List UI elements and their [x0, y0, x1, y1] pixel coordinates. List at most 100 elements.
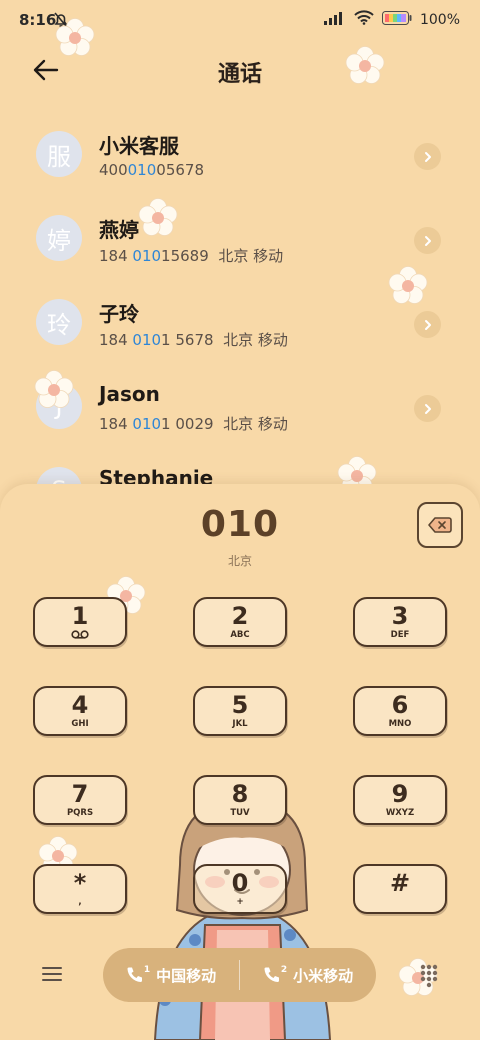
voicemail-icon	[35, 630, 125, 642]
sim1-label: 中国移动	[156, 966, 217, 985]
number-match: 010	[132, 415, 162, 433]
contact-detail-button[interactable]	[414, 143, 441, 170]
key-digit: 2	[231, 602, 249, 630]
contact-row[interactable]: 服 小米客服 40001005678	[0, 110, 480, 194]
sim2-index: 2	[280, 965, 288, 975]
number-suffix: 15689	[161, 247, 209, 265]
key-digit: 4	[71, 691, 89, 719]
contact-name: 小米客服	[99, 134, 179, 158]
key-digit: 3	[391, 602, 409, 630]
number-prefix: 184	[99, 415, 133, 433]
sim2-call-button[interactable]: 2 小米移动	[240, 948, 376, 1002]
sim1-index: 1	[143, 965, 151, 975]
key-digit: 6	[391, 691, 409, 719]
dial-key-5[interactable]: 5 JKL	[193, 686, 287, 736]
number-match: 010	[127, 161, 157, 179]
number-prefix: 184	[99, 331, 133, 349]
dial-key-8[interactable]: 8 TUV	[193, 775, 287, 825]
key-letters: WXYZ	[385, 808, 415, 818]
contact-row[interactable]: 玲 子玲 184 0101 5678 北京 移动	[0, 278, 480, 362]
page-title: 通话	[217, 62, 262, 87]
dial-key-7[interactable]: 7 PQRS	[33, 775, 127, 825]
contact-number: 184 0101 5678 北京 移动	[99, 329, 288, 350]
number-suffix: 05678	[156, 161, 204, 179]
contact-name: 燕婷	[99, 218, 139, 242]
contact-location: 北京 移动	[223, 415, 288, 433]
contact-list: 服 小米客服 40001005678 婷 燕婷 184 01015689 北京 …	[0, 110, 480, 530]
key-letters: TUV	[230, 808, 250, 818]
dial-key-star[interactable]: *,	[33, 864, 127, 914]
signal-icon	[323, 11, 346, 29]
chevron-right-icon	[424, 319, 431, 330]
key-letters: MNO	[388, 719, 412, 729]
key-digit: 0	[231, 869, 249, 897]
contact-name: Jason	[99, 382, 160, 406]
key-letters: +	[236, 897, 244, 907]
key-letters: PQRS	[66, 808, 94, 818]
menu-button[interactable]	[38, 960, 66, 988]
avatar: J	[36, 383, 82, 429]
phone-icon	[127, 967, 142, 982]
contact-number: 184 0101 0029 北京 移动	[99, 413, 288, 434]
key-digit: 1	[71, 602, 89, 630]
key-letters: GHI	[71, 719, 89, 729]
contact-detail-button[interactable]	[414, 311, 441, 338]
dialed-location: 北京	[227, 554, 252, 568]
key-digit: *	[73, 869, 87, 897]
number-suffix: 1 5678	[161, 331, 214, 349]
number-prefix: 184	[99, 247, 133, 265]
sim-call-bar: 1 中国移动 2 小米移动	[103, 948, 376, 1002]
key-digit: #	[389, 869, 411, 897]
contact-row[interactable]: J Jason 184 0101 0029 北京 移动	[0, 362, 480, 446]
status-bar: 8:16 100%	[0, 0, 480, 42]
status-time: 8:16	[19, 11, 57, 29]
contact-location: 北京 移动	[218, 247, 284, 265]
sim1-call-button[interactable]: 1 中国移动	[103, 948, 239, 1002]
number-match: 010	[132, 247, 162, 265]
key-digit: 5	[231, 691, 249, 719]
mute-notification-icon	[52, 11, 70, 33]
battery-level: 100%	[419, 11, 460, 28]
wifi-icon	[354, 10, 374, 29]
backspace-button[interactable]	[417, 502, 463, 548]
contact-number: 40001005678	[99, 161, 204, 179]
dial-key-9[interactable]: 9 WXYZ	[353, 775, 447, 825]
key-digit: 7	[71, 780, 89, 808]
avatar: 玲	[36, 299, 82, 345]
keypad-icon	[420, 964, 438, 988]
dial-key-6[interactable]: 6 MNO	[353, 686, 447, 736]
dial-key-hash[interactable]: #	[353, 864, 447, 914]
dial-key-3[interactable]: 3 DEF	[353, 597, 447, 647]
backspace-icon	[428, 517, 452, 533]
dial-key-0[interactable]: 0 +	[193, 864, 287, 914]
avatar: 婷	[36, 215, 82, 261]
key-letters: ,	[78, 897, 82, 907]
header: 通话	[0, 42, 480, 98]
number-suffix: 1 0029	[161, 415, 214, 433]
dialed-number[interactable]: 010	[0, 504, 480, 545]
key-letters: ABC	[230, 630, 250, 640]
key-digit: 8	[231, 780, 249, 808]
key-digit: 9	[391, 780, 409, 808]
keypad-toggle-button[interactable]	[414, 960, 444, 990]
contact-location: 北京 移动	[223, 331, 288, 349]
dial-key-4[interactable]: 4 GHI	[33, 686, 127, 736]
dial-key-1[interactable]: 1	[33, 597, 127, 647]
key-letters: DEF	[390, 630, 410, 640]
avatar: 服	[36, 131, 82, 177]
phone-icon	[264, 967, 279, 982]
chevron-right-icon	[424, 151, 431, 162]
contact-row[interactable]: 婷 燕婷 184 01015689 北京 移动	[0, 194, 480, 278]
chevron-right-icon	[424, 403, 431, 414]
contact-detail-button[interactable]	[414, 395, 441, 422]
battery-icon	[381, 10, 412, 29]
dial-key-2[interactable]: 2 ABC	[193, 597, 287, 647]
number-match: 010	[132, 331, 162, 349]
menu-icon	[42, 967, 62, 981]
chevron-right-icon	[424, 235, 431, 246]
number-prefix: 400	[99, 161, 128, 179]
contact-name: 子玲	[99, 302, 139, 326]
contact-number: 184 01015689 北京 移动	[99, 245, 283, 266]
contact-detail-button[interactable]	[414, 227, 441, 254]
sim2-label: 小米移动	[293, 966, 354, 985]
